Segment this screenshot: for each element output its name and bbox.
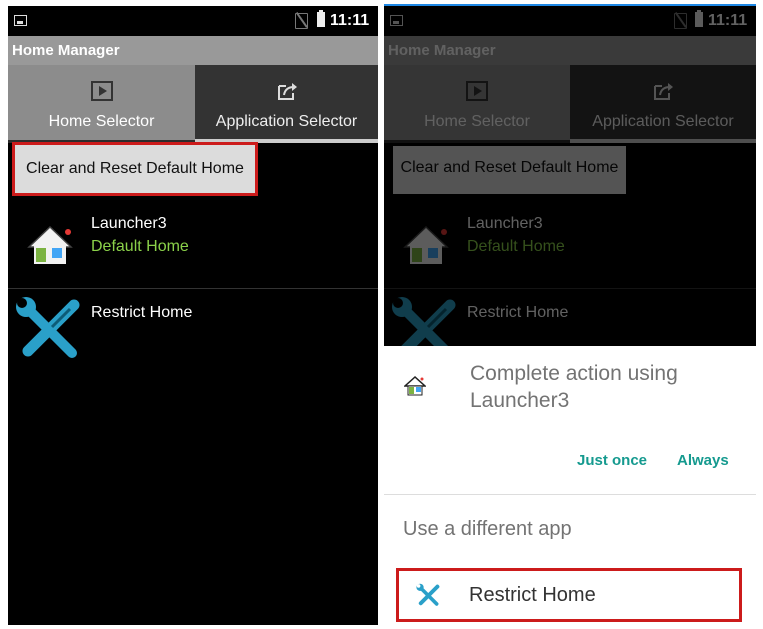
no-sim-icon <box>295 13 308 29</box>
left-screen: 11:11 Home Manager Home Selector Applica… <box>8 6 378 625</box>
status-time: 11:11 <box>330 12 370 29</box>
chooser-option-restrict-home[interactable]: Restrict Home <box>396 568 742 622</box>
launcher3-house-icon <box>404 376 426 396</box>
tab-bar: Home Selector Application Selector <box>8 65 378 143</box>
right-screen: 11:11 Home Manager Home Selector Applica… <box>384 4 756 627</box>
battery-icon <box>317 10 325 27</box>
divider <box>384 494 756 495</box>
app-title: Home Manager <box>8 36 378 65</box>
play-icon <box>90 81 113 101</box>
clear-reset-button[interactable]: Clear and Reset Default Home <box>12 142 258 196</box>
chooser-title: Complete action using Launcher3 <box>470 362 678 412</box>
status-bar: 11:11 <box>8 6 378 36</box>
use-different-app-label: Use a different app <box>403 518 572 540</box>
list-item-launcher3[interactable]: Launcher3 Default Home <box>8 204 378 288</box>
tab-home-selector[interactable]: Home Selector <box>8 65 195 143</box>
list-item-restrict-home[interactable]: Restrict Home <box>8 289 378 369</box>
chooser-sheet: Complete action using Launcher3 Just onc… <box>384 346 756 627</box>
tab-label: Home Selector <box>48 113 155 130</box>
default-home-label: Default Home <box>91 238 189 255</box>
house-icon <box>27 225 73 264</box>
list-item-title: Restrict Home <box>91 304 193 321</box>
always-button[interactable]: Always <box>677 452 729 469</box>
photo-notification-icon <box>14 15 27 26</box>
wrench-screwdriver-icon <box>16 297 80 358</box>
tab-label: Application Selector <box>215 113 358 130</box>
list-item-title: Launcher3 <box>91 215 167 232</box>
chooser-option-label: Restrict Home <box>469 584 596 606</box>
share-icon <box>277 83 297 100</box>
tab-application-selector[interactable]: Application Selector <box>195 65 378 143</box>
just-once-button[interactable]: Just once <box>577 452 647 469</box>
wrench-screwdriver-icon <box>416 583 440 606</box>
